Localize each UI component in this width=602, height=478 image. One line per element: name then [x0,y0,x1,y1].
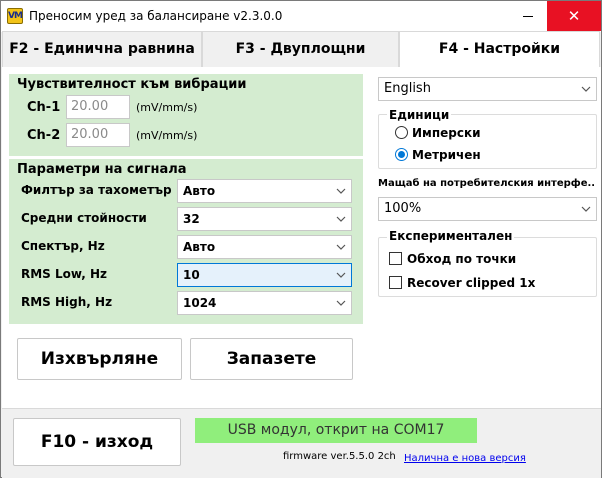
chevron-down-icon [336,216,346,222]
spectrum-select[interactable]: Авто [177,235,352,259]
firmware-version: firmware ver.5.5.0 2ch [283,451,396,462]
ch1-label: Ch-1 [27,100,61,115]
exit-button[interactable]: F10 - изход [13,418,181,466]
units-imperial-radio[interactable]: Имперски [395,126,481,140]
usb-status-banner: USB модул, открит на COM17 [195,418,477,443]
recover-clipped-checkbox[interactable]: Recover clipped 1x [389,276,535,290]
app-window: VM Преносим уред за балансиране v2.3.0.0… [0,0,602,478]
rms-high-value: 1024 [183,296,217,310]
chevron-down-icon [336,300,346,306]
vibration-sensitivity-panel: Чувствителност към вибрации [9,74,363,156]
experimental-title: Експериментален [387,229,515,243]
point-traverse-checkbox[interactable]: Обход по точки [389,252,516,266]
ch2-sensitivity-input[interactable]: 20.00 [66,123,130,147]
checkbox-icon [389,276,402,289]
ui-scale-value: 100% [384,201,422,216]
minimize-button[interactable] [514,1,542,31]
point-traverse-label: Обход по точки [407,252,517,266]
spectrum-label: Спектър, Hz [21,239,105,253]
recover-clipped-label: Recover clipped 1x [407,276,536,290]
eject-button[interactable]: Изхвърляне [17,338,182,380]
rms-high-label: RMS High, Hz [21,295,113,309]
spectrum-value: Авто [183,240,216,254]
experimental-group: Експериментален Обход по точки Recover c… [378,229,597,297]
rms-low-select[interactable]: 10 [177,263,352,287]
radio-unchecked-icon [395,126,408,139]
title-bar: VM Преносим уред за балансиране v2.3.0.0… [1,1,601,32]
chevron-down-icon [581,86,591,92]
rms-high-select[interactable]: 1024 [177,291,352,315]
ch1-sensitivity-input[interactable]: 20.00 [66,95,130,119]
units-metric-label: Метричен [412,148,481,162]
ch1-unit: (mV/mm/s) [136,101,198,114]
chevron-down-icon [581,206,591,212]
radio-checked-icon [395,148,408,161]
units-title: Единици [387,108,452,122]
app-logo-icon: VM [7,8,23,24]
units-metric-radio[interactable]: Метричен [395,148,481,162]
chevron-down-icon [336,272,346,278]
chevron-down-icon [336,188,346,194]
signal-panel-title: Параметри на сигнала [17,162,187,177]
ch2-unit: (mV/mm/s) [136,129,198,142]
language-select[interactable]: English [378,77,597,101]
new-version-link[interactable]: Налична е нова версия [404,453,526,464]
units-group: Единици Имперски Метричен [378,108,597,169]
ui-scale-label: Мащаб на потребителския интерфе... [378,178,594,189]
ch2-label: Ch-2 [27,128,61,143]
vibration-panel-title: Чувствителност към вибрации [17,77,247,92]
save-button[interactable]: Запазете [190,338,353,380]
averages-value: 32 [183,212,200,226]
averages-label: Средни стойности [21,211,147,225]
language-value: English [384,81,431,96]
tacho-filter-select[interactable]: Авто [177,179,352,203]
tacho-filter-value: Авто [183,184,216,198]
units-imperial-label: Имперски [412,126,481,140]
tab-single-plane[interactable]: F2 - Единична равнина [2,31,202,67]
ui-scale-select[interactable]: 100% [378,197,597,221]
window-title: Преносим уред за балансиране v2.3.0.0 [29,9,283,23]
chevron-down-icon [336,244,346,250]
tacho-filter-label: Филтър за тахометър [21,183,172,197]
tab-settings[interactable]: F4 - Настройки [399,31,600,67]
rms-low-label: RMS Low, Hz [21,267,107,281]
averages-select[interactable]: 32 [177,207,352,231]
rms-low-value: 10 [183,268,200,282]
checkbox-icon [389,252,402,265]
close-button[interactable]: ✕ [547,1,601,31]
tab-two-plane[interactable]: F3 - Двуплощни [202,31,399,67]
